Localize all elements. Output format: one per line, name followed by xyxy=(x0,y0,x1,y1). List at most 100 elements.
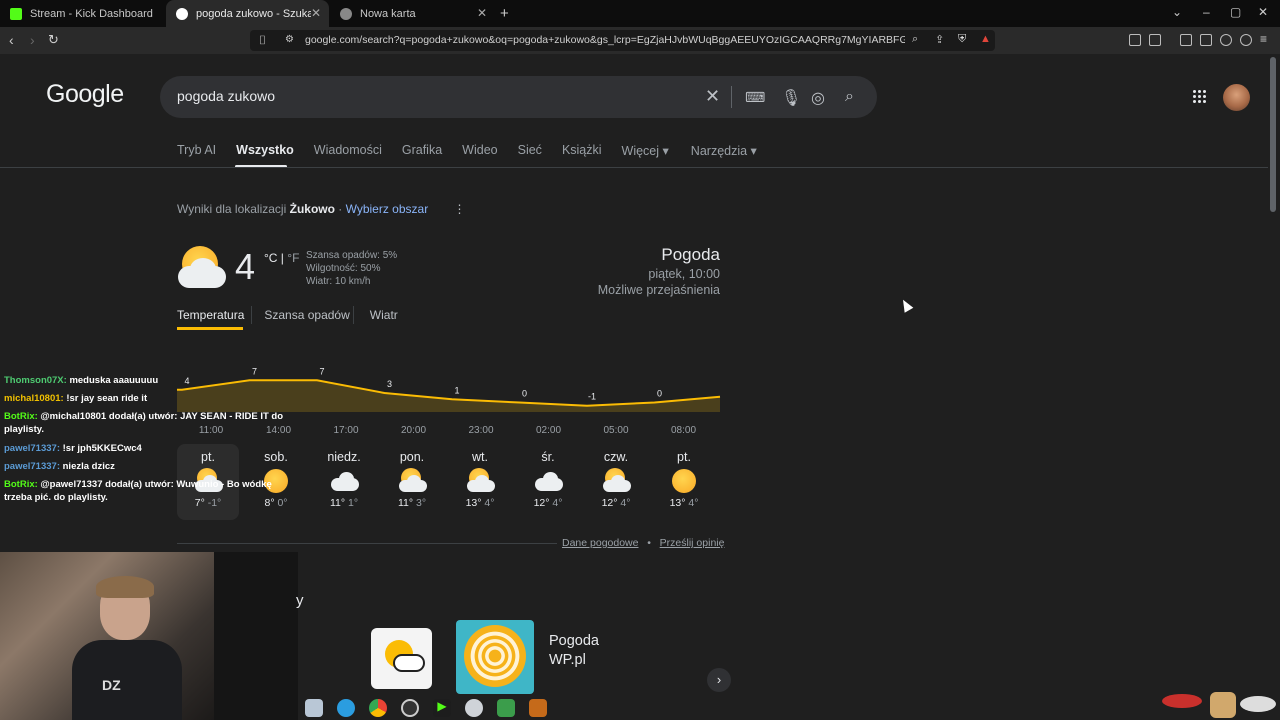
tab-tools[interactable]: Narzędzia ▾ xyxy=(691,143,757,158)
zoom-icon[interactable]: ⌕ xyxy=(912,33,918,46)
chat-text: @michal10801 dodał(a) utwór: JAY SEAN - … xyxy=(4,411,284,435)
wind: Wiatr: 10 km/h xyxy=(306,276,371,287)
wp-weather-icon[interactable] xyxy=(456,620,534,694)
tab-temperature[interactable]: Temperatura xyxy=(177,308,244,322)
fahrenheit-unit[interactable]: °F xyxy=(287,251,299,265)
app-icon-active[interactable] xyxy=(529,698,547,717)
brave-shield-icon[interactable]: ⛨ xyxy=(958,33,966,46)
forecast-day[interactable]: czw. 12° 4° xyxy=(585,444,647,509)
tab-web[interactable]: Sieć xyxy=(518,143,542,158)
result-title[interactable]: Pogoda WP.pl xyxy=(549,632,599,670)
app-icon[interactable] xyxy=(497,698,515,717)
play-icon[interactable]: ▶ xyxy=(433,698,451,717)
search-input[interactable]: pogoda zukowo xyxy=(177,88,275,104)
weather-app-icon[interactable] xyxy=(371,628,432,689)
bookmark-icon[interactable]: ⌷ xyxy=(259,33,266,48)
chrome-icon[interactable] xyxy=(369,698,387,717)
tab-ai-mode[interactable]: Tryb AI xyxy=(177,143,216,158)
site-info-icon[interactable]: ⚙ xyxy=(285,34,294,45)
next-arrow-button[interactable]: › xyxy=(707,668,731,692)
location-name: Żukowo xyxy=(289,202,335,216)
mouse-cursor xyxy=(898,297,914,313)
tab-wind[interactable]: Wiatr xyxy=(370,308,398,322)
result-title-line1: Pogoda xyxy=(549,633,599,649)
temperature-value-label: 3 xyxy=(387,379,392,389)
tray-graphic xyxy=(1162,694,1202,708)
high-temp: 12° xyxy=(601,497,618,509)
shield-app-icon[interactable] xyxy=(465,698,483,717)
tab-books[interactable]: Książki xyxy=(562,143,602,158)
forecast-day[interactable]: wt. 13° 4° xyxy=(449,444,511,509)
tab-videos[interactable]: Wideo xyxy=(462,143,497,158)
chat-message: pawel71337: !sr jph5KKECwc4 xyxy=(4,442,304,455)
more-options-icon[interactable]: ⋮ xyxy=(454,202,466,216)
microphone-icon[interactable]: 🎙 xyxy=(781,88,801,108)
taskbar: ▶ xyxy=(298,695,554,720)
leo-ai-icon[interactable] xyxy=(1220,34,1232,46)
temperature-value-label: 7 xyxy=(319,366,324,376)
vpn-icon[interactable] xyxy=(1240,34,1252,46)
reload-button[interactable]: ↻ xyxy=(48,32,59,48)
back-button[interactable]: ‹ xyxy=(9,32,14,48)
share-icon[interactable]: ⇪ xyxy=(935,33,944,46)
close-tab-icon[interactable]: ✕ xyxy=(311,6,321,20)
tab-new-tab[interactable]: Nowa karta ✕ xyxy=(330,0,495,27)
minimize-button[interactable]: – xyxy=(1203,5,1210,19)
temperature-value-label: 0 xyxy=(522,389,527,399)
tab-list-icon[interactable]: ⌄ xyxy=(1172,5,1182,19)
choose-area-link[interactable]: Wybierz obszar xyxy=(346,202,429,216)
rewards-icon[interactable]: ▲ xyxy=(980,33,991,45)
search-icon[interactable]: ⌕ xyxy=(845,88,854,106)
maximize-button[interactable]: ▢ xyxy=(1230,5,1241,19)
sidebar-icon[interactable] xyxy=(1180,34,1192,46)
feedback-link[interactable]: Prześlij opinię xyxy=(660,537,725,549)
forecast-day[interactable]: pt. 13° 4° xyxy=(653,444,715,509)
file-explorer-icon[interactable] xyxy=(305,698,323,717)
streamer-shirt xyxy=(72,640,182,720)
google-logo[interactable]: Google xyxy=(46,80,124,109)
tab-search-icon[interactable] xyxy=(1149,34,1161,46)
clear-search-icon[interactable]: ✕ xyxy=(705,86,720,107)
url-bar[interactable]: ⌷ ⚙ google.com/search?q=pogoda+zukowo&oq… xyxy=(250,30,995,51)
keyboard-icon[interactable]: ⌨ xyxy=(745,89,765,106)
scrollbar[interactable] xyxy=(1270,57,1276,212)
avatar[interactable] xyxy=(1223,84,1250,111)
weather-data-link[interactable]: Dane pogodowe xyxy=(562,537,638,549)
google-apps-icon[interactable] xyxy=(1193,90,1207,104)
tab-all[interactable]: Wszystko xyxy=(236,143,294,158)
search-box[interactable]: pogoda zukowo ✕ ⌨ 🎙 ◎ ⌕ xyxy=(160,76,877,118)
tab-kick-dashboard[interactable]: Stream - Kick Dashboard xyxy=(0,0,165,27)
temperature-value-label: 1 xyxy=(454,385,459,395)
close-window-button[interactable]: ✕ xyxy=(1258,5,1268,19)
forecast-day[interactable]: niedz. 11° 1° xyxy=(313,444,375,509)
location-prefix: Wyniki dla lokalizacji xyxy=(177,202,287,216)
shirt-logo: DZ xyxy=(102,677,121,693)
edge-icon[interactable] xyxy=(337,698,355,717)
new-tab-button[interactable]: + xyxy=(500,5,509,22)
forecast-day[interactable]: pon. 11° 3° xyxy=(381,444,443,509)
wallet-icon[interactable] xyxy=(1200,34,1212,46)
tab-news[interactable]: Wiadomości xyxy=(314,143,382,158)
obs-icon[interactable] xyxy=(401,698,419,717)
unit-switch: °C | °F xyxy=(264,251,300,265)
nav-divider xyxy=(0,167,1268,168)
temperature-value-label: -1 xyxy=(588,392,596,402)
lens-icon[interactable]: ◎ xyxy=(811,88,825,108)
chat-message: BotRix: @pawel71337 dodał(a) utwór: Wuwu… xyxy=(4,478,292,504)
hour-label: 05:00 xyxy=(603,425,628,436)
menu-icon[interactable]: ≡ xyxy=(1260,32,1267,46)
close-tab-icon[interactable]: ✕ xyxy=(477,6,487,20)
url-text[interactable]: google.com/search?q=pogoda+zukowo&oq=pog… xyxy=(305,34,905,46)
forecast-day[interactable]: śr. 12° 4° xyxy=(517,444,579,509)
cloudy-icon xyxy=(331,471,359,491)
weather-tab-indicator xyxy=(177,327,243,330)
day-name: czw. xyxy=(603,450,629,464)
extensions-icon[interactable] xyxy=(1129,34,1141,46)
tab-images[interactable]: Grafika xyxy=(402,143,442,158)
tab-precipitation[interactable]: Szansa opadów xyxy=(264,308,349,322)
chat-text: niezla dzicz xyxy=(62,461,115,472)
tab-google-search[interactable]: pogoda zukowo - Szukaj w Goo ✕ xyxy=(166,0,329,27)
forward-button[interactable]: › xyxy=(30,32,35,48)
tab-more[interactable]: Więcej ▾ xyxy=(622,143,669,158)
celsius-unit[interactable]: °C xyxy=(264,251,277,265)
